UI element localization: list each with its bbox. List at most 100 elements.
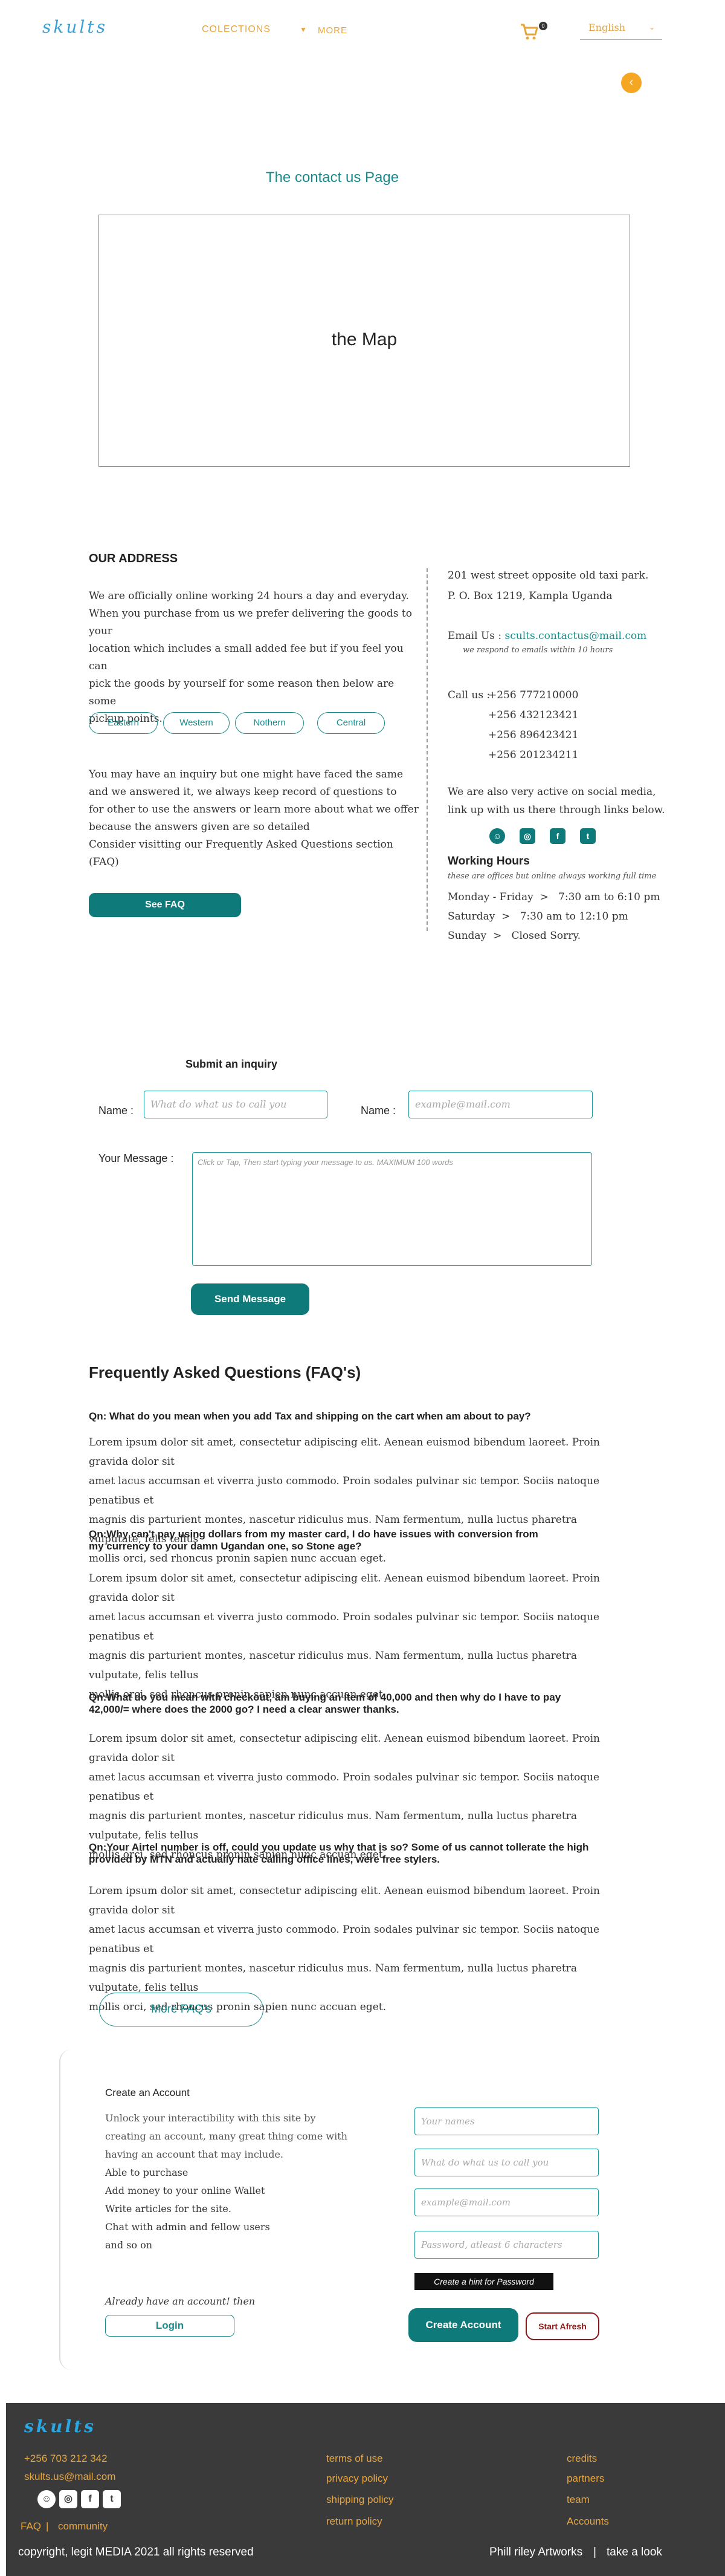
- answer-line: Lorem ipsum dolor sit amet, consectetur …: [89, 1572, 600, 1604]
- faq-heading: Frequently Asked Questions (FAQ's): [89, 1363, 361, 1381]
- footer-credits-link[interactable]: credits: [567, 2453, 597, 2465]
- facebook-icon[interactable]: f: [550, 828, 566, 844]
- question-line: Qn:What do you mean with checkout, am bu…: [89, 1692, 561, 1703]
- suggestion-line: for other to use the answers or learn mo…: [89, 803, 419, 816]
- contact-email-link[interactable]: scults.contactus@mail.com: [505, 630, 647, 642]
- start-afresh-button[interactable]: Start Afresh: [526, 2312, 599, 2340]
- answer-line: magnis dis parturient montes, nascetur r…: [89, 1962, 577, 1994]
- question-line: 42,000/= where does the 2000 go? I need …: [89, 1704, 399, 1715]
- phone-link[interactable]: +256 201234211: [488, 749, 578, 761]
- answer-line: amet lacus accumsan et viverra justo com…: [89, 1771, 600, 1803]
- phone-link[interactable]: +256 432123421: [488, 709, 578, 721]
- faq-question: Qn:Why can't pay using dollars from my m…: [89, 1528, 633, 1552]
- phone-link[interactable]: +256 896423421: [488, 729, 578, 741]
- question-line: Qn: What do you mean when you add Tax an…: [89, 1410, 531, 1422]
- divider: [427, 568, 428, 931]
- hours-day: Sunday: [448, 930, 487, 942]
- hours-time: Closed Sorry.: [511, 930, 581, 942]
- create-account-heading: Create an Account: [105, 2087, 190, 2098]
- email-label: Email Us :: [448, 630, 502, 642]
- footer-partners-link[interactable]: partners: [567, 2473, 604, 2485]
- artworks-credit: Phill riley Artworks: [489, 2546, 583, 2558]
- hours-row: Saturday > 7:30 am to 12:10 pm: [448, 910, 628, 923]
- footer-separator: |: [46, 2520, 49, 2532]
- email-note: we respond to emails within 10 hours: [463, 646, 613, 655]
- email-row: Email Us : scults.contactus@mail.com: [448, 630, 646, 642]
- intro-line: When you purchase from us we prefer deli…: [89, 608, 412, 637]
- nav-collections[interactable]: COLECTIONS: [202, 24, 271, 35]
- footer-phone[interactable]: +256 703 212 342: [24, 2453, 108, 2465]
- name-input[interactable]: What do what us to call you: [144, 1091, 327, 1118]
- take-a-look-link[interactable]: take a look: [607, 2546, 662, 2559]
- faq-question: Qn:What do you mean with checkout, am bu…: [89, 1692, 633, 1716]
- call-label: Call us :: [448, 689, 491, 701]
- password-input[interactable]: Password, atleast 6 characters: [414, 2231, 599, 2259]
- instagram-icon[interactable]: ◎: [520, 828, 535, 844]
- social-line: link up with us there through links belo…: [448, 804, 665, 816]
- chevron-left-icon: ‹: [629, 76, 634, 89]
- footer-accounts-link[interactable]: Accounts: [567, 2516, 609, 2528]
- login-button[interactable]: Login: [105, 2315, 234, 2337]
- region-eastern-button[interactable]: Eastern: [89, 712, 158, 734]
- message-textarea[interactable]: Click or Tap, Then start typing your mes…: [192, 1152, 592, 1266]
- footer-faq-link[interactable]: FAQ: [21, 2520, 41, 2532]
- account-line: and so on: [105, 2239, 153, 2251]
- language-select[interactable]: English ⌄: [580, 22, 662, 40]
- back-button[interactable]: ‹: [621, 73, 642, 93]
- faq-suggestion-text: You may have an inquiry but one might ha…: [89, 766, 421, 871]
- password-hint-button[interactable]: Create a hint for Password: [414, 2273, 553, 2290]
- working-hours-heading: Working Hours: [448, 855, 530, 868]
- hours-time: 7:30 am to 6:10 pm: [558, 891, 660, 903]
- more-faqs-button[interactable]: More FAQ's: [99, 1993, 263, 2026]
- phone-link[interactable]: +256 777210000: [488, 689, 578, 701]
- account-email-input[interactable]: example@mail.com: [414, 2188, 599, 2216]
- hours-time: 7:30 am to 12:10 pm: [520, 910, 628, 923]
- region-central-button[interactable]: Central: [317, 712, 385, 734]
- send-message-button[interactable]: Send Message: [191, 1283, 309, 1315]
- intro-line: We are officially online working 24 hour…: [89, 590, 409, 602]
- region-nothern-button[interactable]: Nothern: [235, 712, 304, 734]
- suggestion-line: You may have an inquiry but one might ha…: [89, 768, 404, 780]
- address-intro: We are officially online working 24 hour…: [89, 588, 415, 728]
- cart-icon[interactable]: [520, 23, 539, 41]
- footer-shipping-link[interactable]: shipping policy: [326, 2494, 394, 2506]
- names-input[interactable]: Your names: [414, 2107, 599, 2135]
- twitter-icon[interactable]: t: [580, 828, 596, 844]
- hours-row: Sunday > Closed Sorry.: [448, 930, 581, 942]
- nav-more[interactable]: MORE: [318, 25, 347, 36]
- map-label: the Map: [331, 329, 398, 349]
- snapchat-icon[interactable]: ☺: [37, 2490, 56, 2508]
- hours-note: these are offices but online always work…: [448, 872, 657, 881]
- footer-privacy-link[interactable]: privacy policy: [326, 2473, 388, 2485]
- see-faq-button[interactable]: See FAQ: [89, 893, 241, 917]
- language-value: English: [588, 22, 625, 33]
- account-line: Add money to your online Wallet: [105, 2185, 265, 2196]
- caret-down-icon: ▼: [300, 25, 307, 34]
- footer-email[interactable]: skults.us@mail.com: [24, 2471, 115, 2483]
- snapchat-icon[interactable]: ☺: [489, 828, 505, 844]
- instagram-icon[interactable]: ◎: [59, 2490, 77, 2508]
- email-input[interactable]: example@mail.com: [408, 1091, 593, 1118]
- email-label: Name :: [361, 1105, 396, 1117]
- footer-community-link[interactable]: community: [58, 2520, 108, 2532]
- footer-logo[interactable]: skults: [24, 2416, 96, 2436]
- twitter-icon[interactable]: t: [103, 2490, 121, 2508]
- po-box: P. O. Box 1219, Kampla Uganda: [448, 590, 613, 602]
- social-line: We are also very active on social media,: [448, 786, 656, 798]
- nickname-input[interactable]: What do what us to call you: [414, 2149, 599, 2176]
- create-account-button[interactable]: Create Account: [408, 2308, 518, 2342]
- chevron-down-icon: ⌄: [648, 23, 655, 31]
- region-western-button[interactable]: Western: [163, 712, 230, 734]
- footer-return-link[interactable]: return policy: [326, 2516, 382, 2528]
- intro-line: pick the goods by yourself for some reas…: [89, 678, 395, 707]
- social-text: We are also very active on social media,…: [448, 783, 665, 819]
- facebook-icon[interactable]: f: [81, 2490, 99, 2508]
- answer-line: amet lacus accumsan et viverra justo com…: [89, 1611, 600, 1643]
- site-logo[interactable]: skults: [42, 17, 108, 37]
- answer-line: magnis dis parturient montes, nascetur r…: [89, 1810, 577, 1841]
- hours-day: Monday - Friday: [448, 891, 533, 903]
- footer-team-link[interactable]: team: [567, 2494, 590, 2506]
- footer-terms-link[interactable]: terms of use: [326, 2453, 383, 2465]
- answer-line: amet lacus accumsan et viverra justo com…: [89, 1475, 600, 1507]
- message-label: Your Message :: [98, 1152, 174, 1164]
